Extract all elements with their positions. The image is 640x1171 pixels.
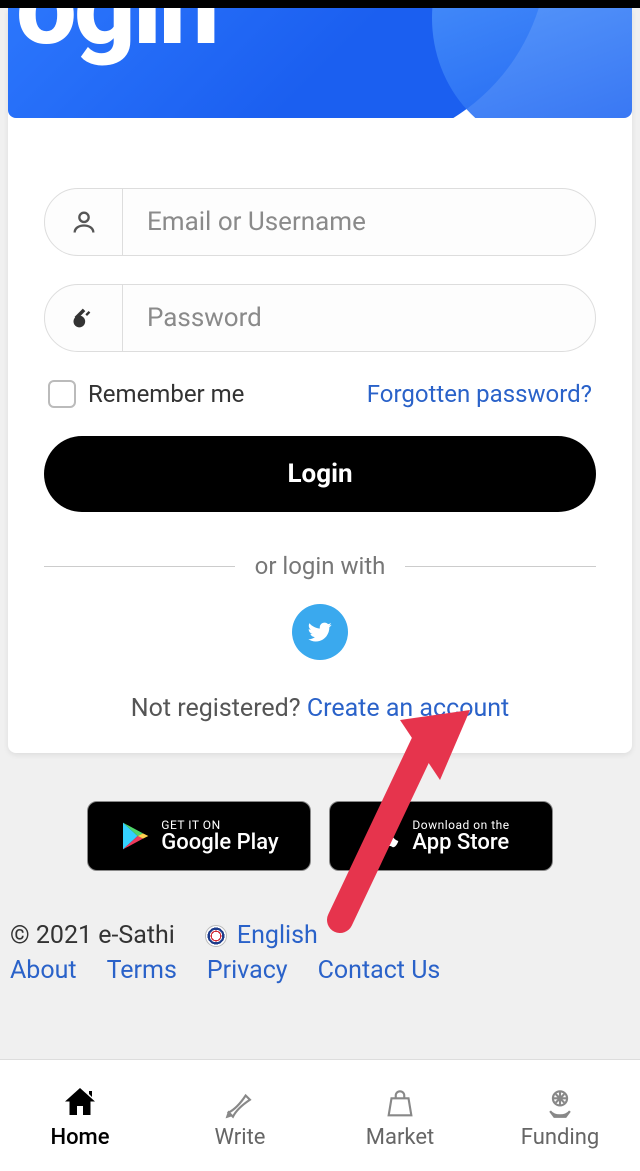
app-store-badge[interactable]: Download on the App Store (329, 801, 553, 871)
funding-icon (542, 1081, 578, 1121)
google-large: Google Play (161, 830, 278, 855)
divider-text: or login with (255, 552, 386, 580)
nav-market-label: Market (366, 1125, 434, 1150)
terms-link[interactable]: Terms (107, 956, 177, 985)
password-input[interactable] (123, 303, 595, 333)
hero: ogin (8, 8, 632, 118)
apple-large: App Store (412, 830, 509, 855)
social-row (44, 604, 596, 660)
user-icon (45, 189, 123, 255)
nav-write-label: Write (215, 1125, 266, 1150)
remember-label: Remember me (88, 380, 244, 408)
status-bar (0, 0, 640, 8)
nav-home[interactable]: Home (0, 1060, 160, 1171)
password-group (44, 284, 596, 352)
email-input[interactable] (123, 207, 595, 237)
nav-market[interactable]: Market (320, 1060, 480, 1171)
nav-funding-label: Funding (521, 1125, 599, 1150)
flag-icon (205, 925, 227, 947)
nav-home-label: Home (50, 1125, 109, 1150)
contact-link[interactable]: Contact Us (318, 956, 441, 985)
google-play-icon (119, 818, 151, 854)
remember-checkbox[interactable] (48, 380, 76, 408)
remember-me[interactable]: Remember me (48, 380, 244, 408)
forgot-password-link[interactable]: Forgotten password? (367, 380, 592, 408)
copyright: © 2021 e-Sathi (10, 921, 175, 950)
language-link[interactable]: English (237, 921, 318, 950)
hero-title: ogin (16, 8, 217, 70)
privacy-link[interactable]: Privacy (207, 956, 288, 985)
google-play-badge[interactable]: GET IT ON Google Play (87, 801, 311, 871)
twitter-login-button[interactable] (292, 604, 348, 660)
market-icon (383, 1081, 417, 1121)
create-account-link[interactable]: Create an account (307, 694, 509, 723)
login-form: Remember me Forgotten password? Login or… (8, 118, 632, 723)
write-icon (221, 1081, 259, 1121)
nav-funding[interactable]: Funding (480, 1060, 640, 1171)
apple-icon (372, 818, 402, 854)
twitter-icon (306, 618, 334, 646)
home-icon (61, 1081, 99, 1121)
bottom-nav: Home Write Market Funding (0, 1059, 640, 1171)
divider: or login with (44, 552, 596, 580)
login-button[interactable]: Login (44, 436, 596, 512)
key-icon (45, 285, 123, 351)
login-card: ogin Remember me Forgotten password? Log… (8, 8, 632, 753)
footer: © 2021 e-Sathi English About Terms Priva… (0, 913, 640, 985)
nav-write[interactable]: Write (160, 1060, 320, 1171)
email-group (44, 188, 596, 256)
register-row: Not registered? Create an account (44, 694, 596, 723)
register-prompt: Not registered? (131, 694, 307, 723)
store-badges: GET IT ON Google Play Download on the Ap… (0, 753, 640, 913)
about-link[interactable]: About (10, 956, 77, 985)
options-row: Remember me Forgotten password? (44, 380, 596, 436)
